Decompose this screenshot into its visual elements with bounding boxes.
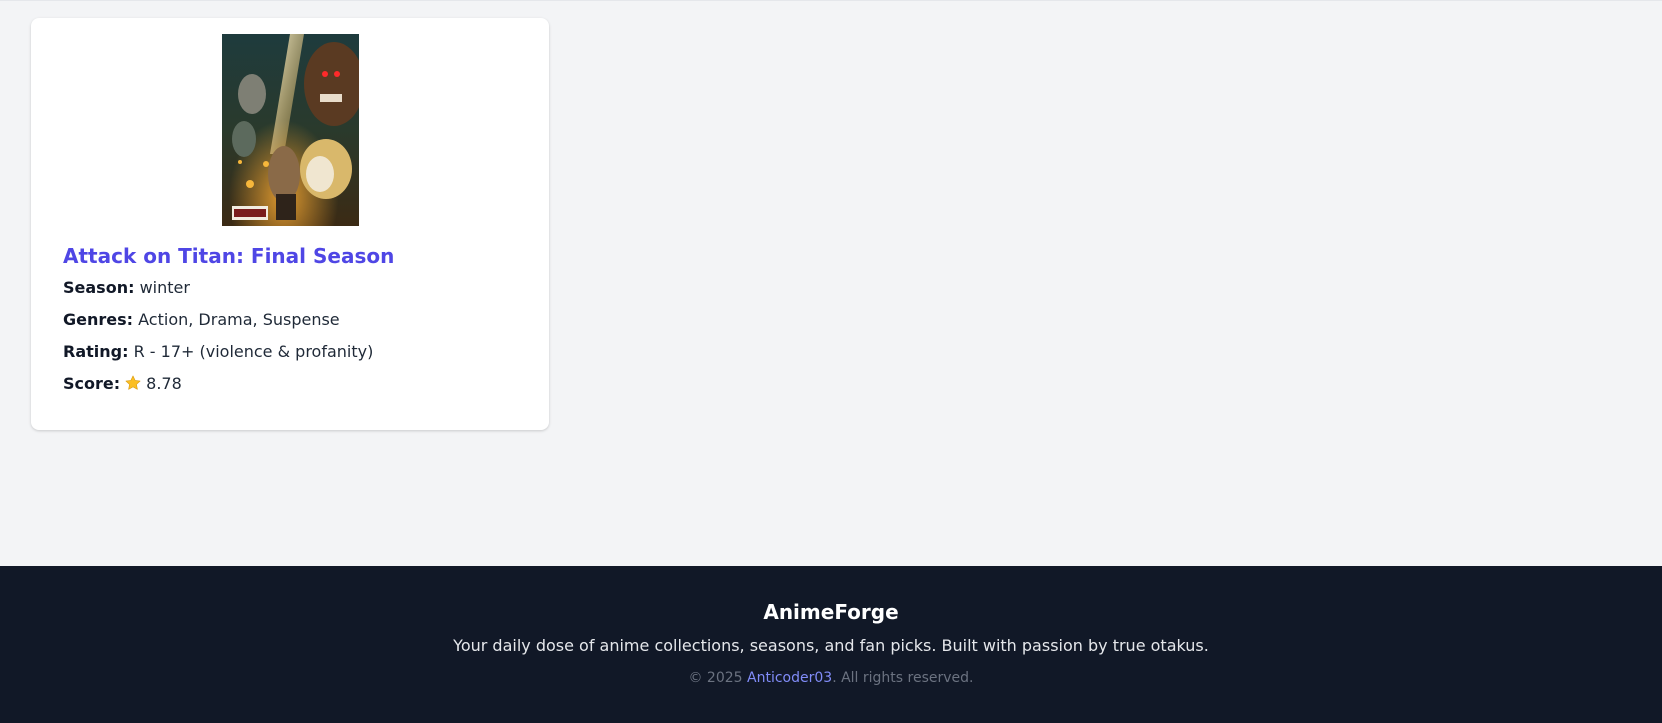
star-icon	[124, 373, 142, 391]
genres-row: Genres: Action, Drama, Suspense	[63, 306, 517, 334]
genres-value: Action, Drama, Suspense	[138, 310, 340, 329]
author-link[interactable]: Anticoder03	[747, 670, 832, 686]
copyright-suffix: . All rights reserved.	[832, 670, 974, 686]
footer-brand: AnimeForge	[763, 600, 899, 624]
rating-value: R - 17+ (violence & profanity)	[133, 342, 374, 361]
season-value: winter	[139, 278, 190, 297]
anime-card: Attack on Titan: Final Season Season: wi…	[31, 18, 549, 430]
anime-poster-image	[221, 34, 359, 226]
season-label: Season:	[63, 278, 135, 297]
season-row: Season: winter	[63, 274, 517, 302]
rating-label: Rating:	[63, 342, 129, 361]
main-content: Attack on Titan: Final Season Season: wi…	[0, 0, 1662, 566]
site-footer: AnimeForge Your daily dose of anime coll…	[0, 566, 1662, 723]
anime-title[interactable]: Attack on Titan: Final Season	[63, 242, 517, 270]
genres-label: Genres:	[63, 310, 134, 329]
footer-copyright: © 2025 Anticoder03. All rights reserved.	[0, 668, 1662, 688]
score-label: Score:	[63, 374, 121, 393]
score-row: Score: 8.78	[63, 370, 517, 398]
footer-tagline: Your daily dose of anime collections, se…	[453, 636, 1209, 655]
rating-row: Rating: R - 17+ (violence & profanity)	[63, 338, 517, 366]
score-value: 8.78	[146, 374, 182, 393]
copyright-prefix: © 2025	[688, 670, 748, 686]
